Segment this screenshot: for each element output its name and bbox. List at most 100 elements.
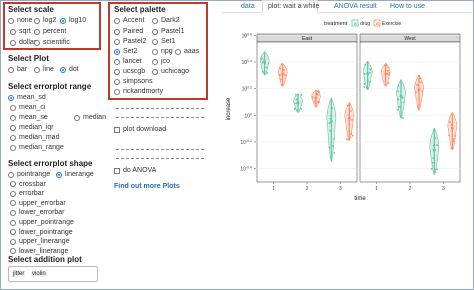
palette-option-set1[interactable]: Set1 [152,38,175,45]
addition-plot-select[interactable]: jitter violin [8,266,98,282]
palette-option-uchicago[interactable]: uchicago [152,68,189,75]
radio-button[interactable] [10,124,16,131]
range-option-median[interactable]: median [74,114,106,121]
tab-data[interactable]: data [241,3,255,10]
shape-option-upper-errorbar[interactable]: upper_errorbar [10,200,66,207]
radio-button[interactable] [34,39,40,46]
palette-option-simpsons[interactable]: simpsons [114,78,153,85]
shape-option-linerange[interactable]: linerange [56,171,94,178]
radio-button[interactable] [8,171,14,178]
radio-button[interactable] [74,114,80,121]
radio-button[interactable] [114,17,120,24]
radio-button[interactable] [10,114,16,121]
palette-option-rickandmorty[interactable]: rickandmorty [114,88,163,95]
radio-button[interactable] [10,39,16,46]
radio-button[interactable] [10,209,16,216]
radio-button[interactable] [114,38,120,45]
shape-option-lower-pointrange[interactable]: lower_pointrange [10,229,73,236]
plot-option-bar[interactable]: bar [8,66,27,73]
radio-button[interactable] [34,17,40,24]
do-anova-checkbox[interactable]: do ANOVA [114,167,156,174]
shape-option-upper-linerange[interactable]: upper_linerange [10,238,70,245]
radio-button[interactable] [114,48,120,55]
palette-option-lancet[interactable]: lancet [114,58,142,65]
addition-tag-violin[interactable]: violin [31,271,47,277]
range-option-median-range[interactable]: median_range [10,144,64,151]
plot-download-checkbox[interactable]: plot download [114,126,166,133]
shape-option-upper-pointrange[interactable]: upper_pointrange [10,219,74,226]
shape-option-pointrange[interactable]: pointrange [8,171,50,178]
shape-option-crossbar[interactable]: crossbar [10,181,46,188]
radio-button[interactable] [114,88,120,95]
radio-button[interactable] [10,238,16,245]
tab-anova-result[interactable]: ANOVA result [334,3,377,10]
radio-button[interactable] [10,190,16,197]
radio-button[interactable] [60,17,66,24]
shape-option-errorbar[interactable]: errorbar [10,190,44,197]
jitter-point [346,104,349,107]
shape-option-lower-errorbar[interactable]: lower_errorbar [10,209,65,216]
range-option-mean-ci[interactable]: mean_ci [10,104,45,111]
range-option-mean-se[interactable]: mean_se [10,114,48,121]
range-option-median-mad[interactable]: median_mad [10,134,59,141]
panel-background [359,41,461,183]
range-option-mean-sd[interactable]: mean_sd [8,94,46,101]
radio-button[interactable] [8,94,14,101]
radio-button[interactable] [10,219,16,226]
radio-button[interactable] [152,58,158,65]
palette-option-paired[interactable]: Paired [114,28,143,35]
addition-tag-jitter[interactable]: jitter [12,271,26,277]
shape-option-lower-linerange[interactable]: lower_linerange [10,248,68,255]
radio-button[interactable] [8,66,14,73]
range-option-median-iqr[interactable]: median_iqr [10,124,54,131]
palette-option-accent[interactable]: Accent [114,17,144,24]
radio-button[interactable] [10,200,16,207]
radio-button[interactable] [152,68,158,75]
scale-option-sqrt[interactable]: sqrt [10,28,31,35]
radio-button[interactable] [10,104,16,111]
radio-button[interactable] [152,28,158,35]
radio-button[interactable] [175,48,181,55]
radio-button[interactable] [10,181,16,188]
radio-button[interactable] [10,248,16,255]
radio-button[interactable] [114,78,120,85]
palette-option-ucscgb[interactable]: ucscgb [114,68,145,75]
radio-button[interactable] [114,68,120,75]
radio-button[interactable] [114,58,120,65]
palette-option-set2[interactable]: Set2 [114,48,137,55]
radio-button[interactable] [114,28,120,35]
palette-option-aaas[interactable]: aaas [175,48,199,55]
radio-button[interactable] [10,134,16,141]
radio-button[interactable] [10,28,16,35]
find-more-plots-link[interactable]: Find out more Plots [114,183,180,190]
palette-option-dark2[interactable]: Dark2 [152,17,180,24]
palette-option-npg[interactable]: npg [152,48,173,55]
option-label: uchicago [161,68,190,75]
checkbox-box[interactable] [114,126,120,133]
checkbox-box[interactable] [114,167,120,174]
radio-button[interactable] [56,171,62,178]
plot-option-dot[interactable]: dot [60,66,79,73]
scale-option-dollar[interactable]: dollar [10,39,36,46]
scale-option-log10[interactable]: log10 [60,17,86,24]
scale-option-log2[interactable]: log2 [34,17,56,24]
radio-button[interactable] [60,66,66,73]
radio-button[interactable] [34,66,40,73]
radio-button[interactable] [152,38,158,45]
jitter-point [300,107,303,110]
radio-button[interactable] [34,28,40,35]
radio-button[interactable] [152,17,158,24]
radio-button[interactable] [10,229,16,236]
tab-plot[interactable]: plot: wait a while [268,3,319,10]
scale-option-none[interactable]: none [8,17,33,24]
scale-option-percent[interactable]: percent [34,28,66,35]
palette-option-jco[interactable]: jco [152,58,170,65]
tab-how-to-use[interactable]: How to use [390,3,425,10]
palette-option-pastel2[interactable]: Pastel2 [114,38,146,45]
palette-option-pastel1[interactable]: Pastel1 [152,28,184,35]
radio-button[interactable] [10,144,16,151]
plot-option-line[interactable]: line [34,66,54,73]
radio-button[interactable] [8,17,14,24]
radio-button[interactable] [152,48,158,55]
scale-option-scientific[interactable]: scientific [34,39,70,46]
